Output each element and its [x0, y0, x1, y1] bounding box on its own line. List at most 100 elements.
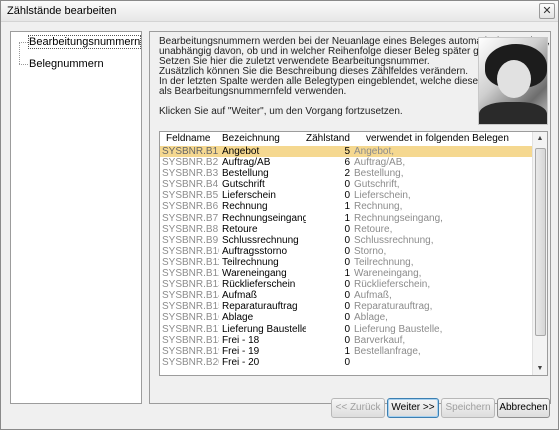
photo-body [479, 102, 547, 124]
table-row[interactable]: SYSBNR.B8 Retoure 0 Retoure, [160, 224, 532, 235]
field-name-cell: SYSBNR.B4 [162, 179, 219, 191]
support-photo [478, 37, 548, 125]
column-header-belege[interactable]: verwendet in folgenden Belegen [366, 133, 509, 144]
counter-cell[interactable]: 5 [310, 146, 350, 157]
used-in-documents-cell: Schlussrechnung, [354, 234, 434, 246]
used-in-documents-cell: Storno, [354, 245, 387, 257]
table-row[interactable]: SYSBNR.B10 Auftragsstorno 0 Storno, [160, 246, 532, 257]
table-row[interactable]: SYSBNR.B18 Frei - 18 0 Barverkauf, [160, 335, 532, 346]
tree-item-label: Bearbeitungsnummern [27, 35, 142, 49]
field-name-cell: SYSBNR.B11 [162, 256, 219, 268]
cancel-button[interactable]: Abbrechen [497, 398, 550, 418]
description-cell[interactable]: Wareneingang [222, 268, 306, 279]
table-row[interactable]: SYSBNR.B4 Gutschrift 0 Gutschrift, [160, 179, 532, 190]
counter-cell[interactable]: 0 [310, 235, 350, 246]
table-row[interactable]: SYSBNR.B1 Angebot 5 Angebot, [160, 146, 532, 158]
description-text: Bearbeitungsnummern werden bei der Neuan… [159, 37, 550, 117]
used-in-documents-cell: Ablage, [354, 312, 388, 324]
table-row[interactable]: SYSBNR.B12 Wareneingang 1 Wareneingang, [160, 268, 532, 279]
field-name-cell: SYSBNR.B7 [162, 212, 219, 224]
used-in-documents-cell: Lieferung Baustelle, [354, 323, 443, 335]
description-cell[interactable]: Ablage [222, 312, 306, 323]
counter-cell[interactable]: 0 [310, 301, 350, 312]
table-row[interactable]: SYSBNR.B20 Frei - 20 0 [160, 357, 532, 368]
field-name-cell: SYSBNR.B14 [162, 290, 219, 302]
counter-cell[interactable]: 1 [310, 346, 350, 357]
tree-item-belegnummern[interactable]: Belegnummern [15, 58, 104, 71]
used-in-documents-cell: Gutschrift, [354, 179, 400, 191]
scroll-up-arrow-icon[interactable]: ▲ [534, 132, 546, 145]
field-name-cell: SYSBNR.B1 [162, 146, 219, 157]
used-in-documents-cell: Auftrag/AB, [354, 157, 406, 169]
window-title: Zählstände bearbeiten [7, 5, 117, 17]
description-cell[interactable]: Teilrechnung [222, 257, 306, 268]
table-row[interactable]: SYSBNR.B6 Rechnung 1 Rechnung, [160, 201, 532, 212]
description-cell[interactable]: Auftragsstorno [222, 246, 306, 257]
table-header: Feldname Bezeichnung Zählstand verwendet… [160, 132, 532, 147]
vertical-scrollbar[interactable]: ▲ ▼ [532, 132, 547, 375]
field-name-cell: SYSBNR.B6 [162, 201, 219, 213]
description-cell[interactable]: Frei - 18 [222, 335, 306, 346]
counter-cell[interactable]: 1 [310, 268, 350, 279]
column-header-bezeichnung[interactable]: Bezeichnung [222, 133, 280, 144]
description-cell[interactable]: Angebot [222, 146, 306, 157]
save-button[interactable]: Speichern [441, 398, 495, 418]
description-cell[interactable]: Retoure [222, 224, 306, 235]
counter-cell[interactable]: 1 [310, 213, 350, 224]
tree-item-bearbeitungsnummern[interactable]: Bearbeitungsnummern [15, 35, 142, 49]
field-name-cell: SYSBNR.B10 [162, 245, 219, 257]
counter-cell[interactable]: 0 [310, 257, 350, 268]
counter-cell[interactable]: 0 [310, 224, 350, 235]
table-row[interactable]: SYSBNR.B7 Rechnungseingang 1 Rechnungseinga… [160, 213, 532, 224]
counter-cell[interactable]: 0 [310, 324, 350, 335]
next-button[interactable]: Weiter >> [387, 398, 439, 418]
field-name-cell: SYSBNR.B15 [162, 301, 219, 313]
column-header-feldname[interactable]: Feldname [166, 133, 210, 144]
table-row[interactable]: SYSBNR.B2 Auftrag/AB 6 Auftrag/AB, [160, 157, 532, 168]
description-cell[interactable]: Bestellung [222, 168, 306, 179]
counter-cell[interactable]: 1 [310, 201, 350, 212]
table-row[interactable]: SYSBNR.B19 Frei - 19 1 Bestellanfrage, [160, 346, 532, 357]
counter-cell[interactable]: 6 [310, 157, 350, 168]
description-cell[interactable]: Frei - 20 [222, 357, 306, 368]
counter-cell[interactable]: 0 [310, 190, 350, 201]
description-cell[interactable]: Frei - 19 [222, 346, 306, 357]
description-cell[interactable]: Rechnungseingang [222, 213, 306, 224]
description-cell[interactable]: Rücklieferschein [222, 279, 306, 290]
field-name-cell: SYSBNR.B13 [162, 279, 219, 291]
back-button[interactable]: << Zurück [331, 398, 385, 418]
description-cell[interactable]: Schlussrechnung [222, 235, 306, 246]
counter-cell[interactable]: 2 [310, 168, 350, 179]
counter-cell[interactable]: 0 [310, 357, 350, 368]
counter-cell[interactable]: 0 [310, 312, 350, 323]
scroll-down-arrow-icon[interactable]: ▼ [534, 362, 546, 375]
table-row[interactable]: SYSBNR.B11 Teilrechnung 0 Teilrechnung, [160, 257, 532, 268]
counter-cell[interactable]: 0 [310, 290, 350, 301]
table-row[interactable]: SYSBNR.B15 Reparaturauftrag 0 Reparaturauft… [160, 301, 532, 312]
field-name-cell: SYSBNR.B19 [162, 345, 219, 357]
description-cell[interactable]: Rechnung [222, 201, 306, 212]
table-row[interactable]: SYSBNR.B16 Ablage 0 Ablage, [160, 312, 532, 323]
table-row[interactable]: SYSBNR.B13 Rücklieferschein 0 Rückliefersch… [160, 279, 532, 290]
used-in-documents-cell: Barverkauf, [354, 334, 406, 346]
column-header-zaehlstand[interactable]: Zählstand [306, 133, 350, 144]
counter-cell[interactable]: 0 [310, 246, 350, 257]
description-cell[interactable]: Aufmaß [222, 290, 306, 301]
description-cell[interactable]: Lieferung Baustelle [222, 324, 306, 335]
counter-cell[interactable]: 0 [310, 335, 350, 346]
table-row[interactable]: SYSBNR.B17 Lieferung Baustelle 0 Lieferung … [160, 324, 532, 335]
table-body: SYSBNR.B1 Angebot 5 Angebot, SYSBNR.B2 Auftra… [160, 146, 532, 368]
scrollbar-thumb[interactable] [535, 148, 546, 336]
table-row[interactable]: SYSBNR.B9 Schlussrechnung 0 Schlussrechnung… [160, 235, 532, 246]
description-cell[interactable]: Auftrag/AB [222, 157, 306, 168]
counter-cell[interactable]: 0 [310, 179, 350, 190]
close-button[interactable]: ✕ [539, 3, 555, 19]
description-cell[interactable]: Lieferschein [222, 190, 306, 201]
counter-cell[interactable]: 0 [310, 279, 350, 290]
table-row[interactable]: SYSBNR.B14 Aufmaß 0 Aufmaß, [160, 290, 532, 301]
table-row[interactable]: SYSBNR.B3 Bestellung 2 Bestellung, [160, 168, 532, 179]
description-cell[interactable]: Gutschrift [222, 179, 306, 190]
table-row[interactable]: SYSBNR.B5 Lieferschein 0 Lieferschein, [160, 190, 532, 201]
dialog-content: Bearbeitungsnummern Belegnummern Bearbei… [1, 22, 558, 429]
description-cell[interactable]: Reparaturauftrag [222, 301, 306, 312]
